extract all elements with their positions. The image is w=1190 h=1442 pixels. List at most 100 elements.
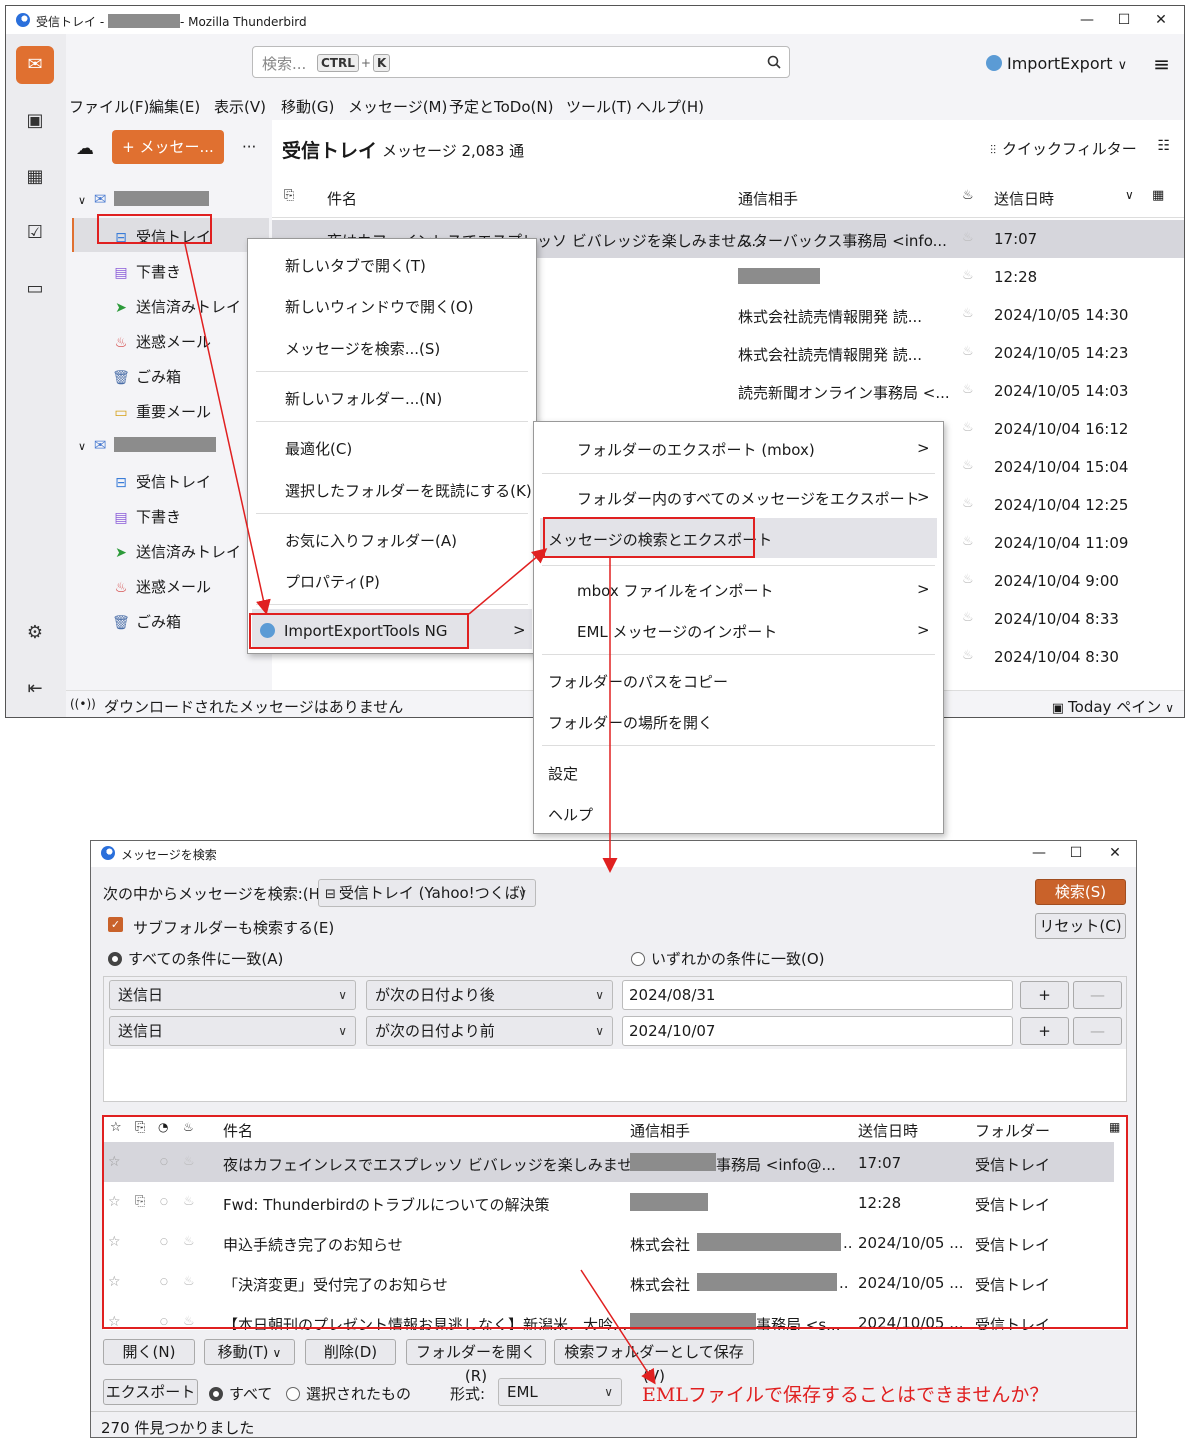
criteria-2-field-select[interactable]: 送信日 ∨ <box>109 1016 356 1046</box>
minimize-button[interactable]: — <box>1072 9 1102 31</box>
menu-file[interactable]: ファイル(F) <box>69 96 149 117</box>
search-in-folder-select[interactable]: ⊟ 受信トレイ (Yahoo!つくば) ∨ <box>318 879 536 907</box>
folder-trash-1[interactable]: 🗑 ごみ箱 <box>112 366 181 387</box>
menu-go[interactable]: 移動(G) <box>281 96 334 117</box>
menu-events-tasks[interactable]: 予定とToDo(N) <box>449 96 553 117</box>
criteria-2-remove-button[interactable]: — <box>1073 1017 1122 1045</box>
menu-message[interactable]: メッセージ(M) <box>348 96 447 117</box>
format-select[interactable]: EML ∨ <box>498 1378 622 1406</box>
global-search-input[interactable]: 検索... CTRL + K <box>252 46 790 78</box>
folder-trash-2[interactable]: 🗑 ごみ箱 <box>112 611 181 632</box>
folder-junk-2[interactable]: ♨ 迷惑メール <box>112 576 211 597</box>
address-book-icon[interactable]: ▣ <box>16 102 54 140</box>
move-button[interactable]: 移動(T) ∨ <box>204 1339 295 1365</box>
submenu-export-mbox[interactable]: フォルダーのエクスポート (mbox) <box>577 439 815 460</box>
account2-header[interactable]: ∨ ✉ <box>78 436 217 454</box>
match-all-radio[interactable]: すべての条件に一致(A) <box>108 948 283 969</box>
submenu-settings[interactable]: 設定 <box>548 763 578 784</box>
close-button[interactable]: ✕ <box>1146 9 1176 31</box>
delete-button[interactable]: 削除(D) <box>305 1339 396 1365</box>
submenu-import-mbox[interactable]: mbox ファイルをインポート <box>577 580 774 601</box>
menu-favorite-folder[interactable]: お気に入りフォルダー(A) <box>285 530 457 551</box>
today-pane-toggle[interactable]: ▣ Today ペイン ∨ <box>1052 696 1174 717</box>
menu-tools[interactable]: ツール(T) <box>566 96 632 117</box>
settings-gear-icon[interactable]: ⚙ <box>16 614 54 652</box>
window-title-prefix: 受信トレイ - <box>36 15 108 29</box>
submenu-copy-folder-path[interactable]: フォルダーのパスをコピー <box>548 671 728 692</box>
account1-header[interactable]: ∨ ✉ <box>78 190 210 208</box>
export-selected-radio[interactable]: 選択されたもの <box>286 1383 411 1404</box>
message-date: 2024/10/04 8:33 <box>994 610 1119 628</box>
criteria-1-remove-button[interactable]: — <box>1073 981 1122 1009</box>
save-as-virtual-folder-button[interactable]: 検索フォルダーとして保存(V) <box>554 1339 754 1385</box>
new-message-button[interactable]: + メッセー... <box>112 130 224 164</box>
chat-icon[interactable]: ▭ <box>16 270 54 308</box>
folder-junk-1[interactable]: ♨ 迷惑メール <box>112 331 211 352</box>
criteria-1-op-select[interactable]: が次の日付より後 ∨ <box>366 980 613 1010</box>
open-folder-button[interactable]: フォルダーを開く(R) <box>406 1339 546 1385</box>
match-any-radio[interactable]: いずれかの条件に一致(O) <box>631 948 825 969</box>
dialog-maximize-button[interactable]: ☐ <box>1061 842 1091 864</box>
menu-new-folder[interactable]: 新しいフォルダー...(N) <box>285 388 442 409</box>
chevron-down-icon: ∨ <box>595 1024 604 1038</box>
junk-icon: ♨ <box>114 580 128 596</box>
mail-space-icon[interactable]: ✉ <box>16 46 54 84</box>
menu-open-new-window[interactable]: 新しいウィンドウで開く(O) <box>285 296 474 317</box>
search-button[interactable]: 検索(S) <box>1035 879 1126 905</box>
criteria-1-field-select[interactable]: 送信日 ∨ <box>109 980 356 1010</box>
submenu-open-folder-location[interactable]: フォルダーの場所を開く <box>548 712 713 733</box>
criteria-2-value-input[interactable]: 2024/10/07 <box>622 1016 1013 1046</box>
get-messages-icon[interactable]: ☁ <box>76 138 94 159</box>
dialog-close-button[interactable]: ✕ <box>1100 842 1130 864</box>
column-subject[interactable]: 件名 <box>327 188 357 209</box>
export-all-radio[interactable]: すべて <box>209 1383 272 1404</box>
maximize-button[interactable]: ☐ <box>1109 9 1139 31</box>
folder-pane-more-icon[interactable]: ··· <box>242 138 256 156</box>
app-menu-icon[interactable]: ≡ <box>1153 52 1170 76</box>
open-button[interactable]: 開く(N) <box>103 1339 195 1365</box>
calendar-small-icon: ▣ <box>1051 701 1065 716</box>
folder-important-1[interactable]: ▭ 重要メール <box>112 401 211 422</box>
dialog-minimize-button[interactable]: — <box>1024 842 1054 864</box>
submenu-help[interactable]: ヘルプ <box>548 804 593 825</box>
criteria-1-add-button[interactable]: + <box>1020 981 1069 1009</box>
menu-mark-folder-read[interactable]: 選択したフォルダーを既読にする(K) <box>285 480 532 501</box>
column-picker-icon[interactable]: ▦ <box>1152 188 1164 203</box>
menu-open-new-tab[interactable]: 新しいタブで開く(T) <box>285 255 426 276</box>
redacted-account-name <box>114 437 217 452</box>
submenu-import-eml[interactable]: EML メッセージのインポート <box>577 621 777 642</box>
menu-search-messages[interactable]: メッセージを検索...(S) <box>285 338 440 359</box>
reset-button[interactable]: リセット(C) <box>1035 913 1126 939</box>
folder-sent-1[interactable]: ➤ 送信済みトレイ <box>112 296 241 317</box>
display-options-icon[interactable]: ☷ <box>1157 138 1170 154</box>
criteria-2-op-select[interactable]: が次の日付より前 ∨ <box>366 1016 613 1046</box>
chevron-down-icon[interactable]: ∨ <box>1125 188 1134 202</box>
folder-title: 受信トレイ <box>282 140 378 162</box>
collapse-sidebar-icon[interactable]: ⇤ <box>16 670 54 708</box>
folder-sent-2[interactable]: ➤ 送信済みトレイ <box>112 541 241 562</box>
folder-inbox-2[interactable]: ⊟ 受信トレイ <box>112 471 211 492</box>
subfolders-checkbox[interactable]: ✓ <box>108 917 123 932</box>
menu-help[interactable]: ヘルプ(H) <box>636 96 704 117</box>
folder-drafts-2[interactable]: ▤ 下書き <box>112 506 181 527</box>
criteria-2-add-button[interactable]: + <box>1020 1017 1069 1045</box>
column-date[interactable]: 送信日時 <box>994 188 1054 209</box>
menu-properties[interactable]: プロパティ(P) <box>285 571 380 592</box>
importexport-button[interactable]: ImportExport ∨ <box>986 54 1127 73</box>
menu-edit[interactable]: 編集(E) <box>149 96 200 117</box>
criteria-1-value-input[interactable]: 2024/08/31 <box>622 980 1013 1010</box>
submenu-export-all-messages[interactable]: フォルダー内のすべてのメッセージをエクスポート <box>577 488 920 509</box>
column-from[interactable]: 通信相手 <box>738 188 798 209</box>
folder-drafts-1[interactable]: ▤ 下書き <box>112 261 181 282</box>
tasks-icon[interactable]: ☑ <box>16 214 54 252</box>
online-status-icon[interactable]: ((•)) <box>70 697 96 711</box>
menu-compact[interactable]: 最適化(C) <box>285 438 352 459</box>
junk-column-icon[interactable]: ♨ <box>962 188 974 203</box>
attachment-column-icon[interactable]: ⎘ <box>284 188 294 203</box>
export-button[interactable]: エクスポート <box>103 1379 198 1405</box>
menu-view[interactable]: 表示(V) <box>214 96 266 117</box>
menu-separator <box>256 604 528 605</box>
quick-filter-button[interactable]: ⫶⫶ クイックフィルター <box>990 138 1137 159</box>
calendar-icon[interactable]: ▦ <box>16 158 54 196</box>
redacted-sender <box>738 268 820 284</box>
